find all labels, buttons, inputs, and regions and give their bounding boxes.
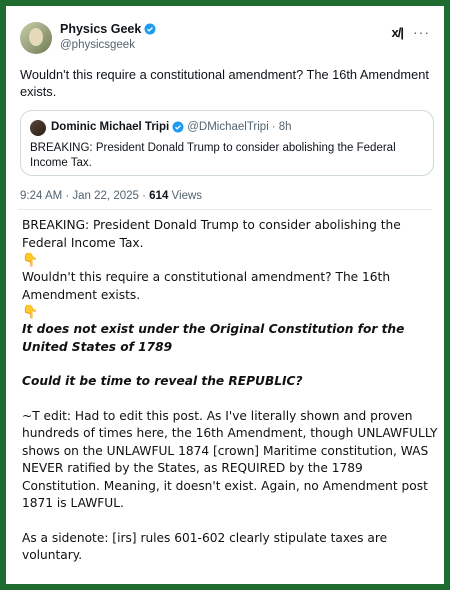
author-name[interactable]: Physics Geek [60, 22, 141, 36]
post-meta: 9:24 AM · Jan 22, 2025 · 614 Views [20, 190, 202, 202]
quoted-author-handle: @DMichaelTripi [187, 121, 269, 133]
more-options-icon[interactable]: ··· [413, 24, 430, 40]
commentary-line-4: Could it be time to reveal the REPUBLIC? [22, 374, 303, 388]
commentary-line-6: As a sidenote: [irs] rules 601-602 clear… [22, 530, 388, 563]
header-actions: x/| ··· [392, 24, 430, 40]
quoted-author-name: Dominic Michael Tripi [51, 121, 170, 133]
post-header: Physics Geek @physicsgeek x/| ··· [20, 22, 430, 62]
author-name-row: Physics Geek [60, 22, 156, 36]
author-handle[interactable]: @physicsgeek [60, 39, 135, 51]
quoted-post-card[interactable]: Dominic Michael Tripi @DMichaelTripi · 8… [20, 110, 434, 176]
author-avatar[interactable] [20, 22, 52, 54]
image-frame: Physics Geek @physicsgeek x/| ··· Wouldn… [6, 6, 444, 584]
post-text: Wouldn't this require a constitutional a… [20, 67, 429, 99]
view-count: 614 [149, 190, 169, 202]
commentary-text-block: BREAKING: President Donald Trump to cons… [22, 217, 438, 565]
verified-badge-icon [144, 23, 156, 35]
quoted-post-age: · 8h [271, 121, 292, 133]
quoted-post-header: Dominic Michael Tripi @DMichaelTripi · 8… [51, 121, 292, 133]
divider [18, 209, 432, 210]
views-label: Views [171, 190, 203, 202]
commentary-line-1: BREAKING: President Donald Trump to cons… [22, 218, 401, 250]
pointing-down-emoji-icon: 👇 [22, 305, 39, 320]
pointing-down-emoji-icon: 👇 [22, 253, 39, 268]
quoted-verified-badge-icon [172, 121, 184, 133]
commentary-line-2: Wouldn't this require a constitutional a… [22, 270, 391, 302]
post-timestamp[interactable]: 9:24 AM · Jan 22, 2025 · [20, 190, 146, 202]
commentary-line-5: ~T edit: Had to edit this post. As I've … [22, 408, 438, 511]
commentary-line-3: It does not exist under the Original Con… [22, 322, 405, 354]
grok-icon[interactable]: x/| [392, 25, 405, 40]
quoted-post-text: BREAKING: President Donald Trump to cons… [30, 142, 396, 169]
quoted-author-avatar [30, 120, 46, 136]
